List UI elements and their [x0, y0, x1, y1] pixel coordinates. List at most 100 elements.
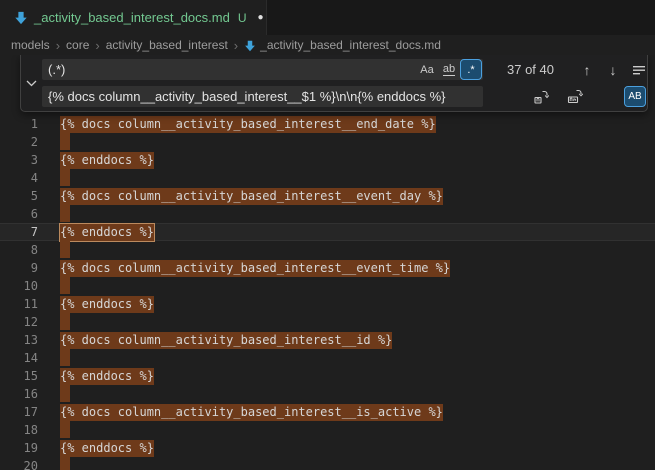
line-text	[60, 421, 70, 439]
find-match-highlight: {% enddocs %}	[60, 368, 154, 385]
line-number[interactable]: 2	[0, 133, 38, 151]
line-number[interactable]: 8	[0, 241, 38, 259]
editor-line[interactable]: 17 {% docs column__activity_based_interes…	[0, 403, 655, 421]
preserve-case-toggle[interactable]: AB	[625, 87, 645, 106]
line-number[interactable]: 6	[0, 205, 38, 223]
replace-one-icon[interactable]	[531, 86, 551, 107]
tab-active-file[interactable]: _activity_based_interest_docs.md U ●	[0, 0, 267, 35]
find-match-highlight	[60, 277, 70, 294]
editor-pane[interactable]: Aa ab .* 37 of 40 ↑ ↓	[0, 55, 655, 470]
find-match-highlight	[60, 349, 70, 366]
previous-match-button[interactable]: ↑	[577, 59, 597, 80]
line-text	[60, 241, 70, 259]
editor-line[interactable]: 10	[0, 277, 655, 295]
find-match-highlight: {% docs column__activity_based_interest_…	[60, 260, 450, 277]
editor-line[interactable]: 2	[0, 133, 655, 151]
line-text: {% enddocs %}	[60, 223, 154, 241]
editor-line[interactable]: 9 {% docs column__activity_based_interest…	[0, 259, 655, 277]
line-number[interactable]: 5	[0, 187, 38, 205]
line-number[interactable]: 17	[0, 403, 38, 421]
line-text	[60, 277, 70, 295]
whole-word-label: ab	[443, 63, 455, 76]
find-match-highlight	[60, 457, 70, 470]
line-number[interactable]: 3	[0, 151, 38, 169]
line-number[interactable]: 20	[0, 457, 38, 470]
find-match-highlight	[60, 385, 70, 402]
find-match-highlight: {% enddocs %}	[60, 440, 154, 457]
breadcrumb-item-file[interactable]: _activity_based_interest_docs.md	[260, 38, 441, 52]
vscode-window: _activity_based_interest_docs.md U ● mod…	[0, 0, 655, 470]
unsaved-changes-dot-icon[interactable]: ●	[258, 12, 264, 23]
editor-line[interactable]: 1 {% docs column__activity_based_interest…	[0, 115, 655, 133]
find-match-highlight	[60, 241, 70, 258]
line-number[interactable]: 11	[0, 295, 38, 313]
toggle-replace-chevron-icon[interactable]	[21, 55, 41, 111]
line-number[interactable]: 9	[0, 259, 38, 277]
editor-line[interactable]: 7 {% enddocs %}	[0, 223, 655, 241]
editor-line[interactable]: 6	[0, 205, 655, 223]
whole-word-toggle[interactable]: ab	[439, 60, 459, 79]
breadcrumb-item-folder[interactable]: activity_based_interest	[106, 38, 228, 52]
line-text: {% enddocs %}	[60, 151, 154, 169]
line-number[interactable]: 18	[0, 421, 38, 439]
editor-line[interactable]: 3 {% enddocs %}	[0, 151, 655, 169]
line-text: {% docs column__activity_based_interest_…	[60, 115, 436, 133]
find-match-highlight	[60, 133, 70, 150]
line-number[interactable]: 15	[0, 367, 38, 385]
line-number[interactable]: 10	[0, 277, 38, 295]
git-status-badge: U	[238, 11, 247, 25]
editor-line[interactable]: 11 {% enddocs %}	[0, 295, 655, 313]
match-case-toggle[interactable]: Aa	[417, 60, 437, 79]
breadcrumb: models › core › activity_based_interest …	[0, 35, 655, 55]
editor-lines: 1 {% docs column__activity_based_interest…	[0, 115, 655, 470]
next-match-button[interactable]: ↓	[603, 59, 623, 80]
breadcrumb-item-models[interactable]: models	[11, 38, 50, 52]
find-match-highlight: {% docs column__activity_based_interest_…	[60, 404, 443, 421]
current-find-match: {% enddocs %}	[60, 224, 154, 241]
line-number[interactable]: 19	[0, 439, 38, 457]
editor-line[interactable]: 16	[0, 385, 655, 403]
line-text: {% enddocs %}	[60, 367, 154, 385]
editor-line[interactable]: 15 {% enddocs %}	[0, 367, 655, 385]
editor-line[interactable]: 18	[0, 421, 655, 439]
line-text	[60, 385, 70, 403]
line-number[interactable]: 13	[0, 331, 38, 349]
line-number[interactable]: 1	[0, 115, 38, 133]
line-number[interactable]: 7	[0, 223, 38, 241]
match-count: 37 of 40	[507, 59, 554, 80]
regex-toggle[interactable]: .*	[461, 60, 481, 79]
editor-line[interactable]: 14	[0, 349, 655, 367]
line-number[interactable]: 4	[0, 169, 38, 187]
editor-line[interactable]: 5 {% docs column__activity_based_interest…	[0, 187, 655, 205]
editor-line[interactable]: 12	[0, 313, 655, 331]
line-text: {% docs column__activity_based_interest_…	[60, 187, 443, 205]
replace-all-icon[interactable]	[565, 86, 585, 107]
editor-line[interactable]: 19 {% enddocs %}	[0, 439, 655, 457]
find-match-highlight: {% docs column__activity_based_interest_…	[60, 332, 392, 349]
editor-line[interactable]: 8	[0, 241, 655, 259]
replace-input[interactable]	[42, 86, 483, 107]
find-match-highlight	[60, 205, 70, 222]
editor-line[interactable]: 20	[0, 457, 655, 470]
line-number[interactable]: 14	[0, 349, 38, 367]
line-text: {% docs column__activity_based_interest_…	[60, 403, 443, 421]
editor-line[interactable]: 4	[0, 169, 655, 187]
line-text: {% enddocs %}	[60, 295, 154, 313]
line-text: {% docs column__activity_based_interest_…	[60, 331, 392, 349]
line-text	[60, 205, 70, 223]
find-replace-widget: Aa ab .* 37 of 40 ↑ ↓	[20, 55, 648, 112]
tab-bar: _activity_based_interest_docs.md U ●	[0, 0, 655, 35]
line-number[interactable]: 12	[0, 313, 38, 331]
line-text	[60, 169, 70, 187]
tab-filename: _activity_based_interest_docs.md	[34, 10, 230, 25]
line-number[interactable]: 16	[0, 385, 38, 403]
breadcrumb-separator-icon: ›	[95, 38, 99, 53]
line-text: {% docs column__activity_based_interest_…	[60, 259, 450, 277]
line-text	[60, 313, 70, 331]
line-text	[60, 133, 70, 151]
breadcrumb-item-core[interactable]: core	[66, 38, 89, 52]
markdown-file-icon	[244, 40, 256, 52]
find-match-highlight	[60, 169, 70, 186]
editor-line[interactable]: 13 {% docs column__activity_based_interes…	[0, 331, 655, 349]
find-in-selection-icon[interactable]	[629, 59, 649, 80]
